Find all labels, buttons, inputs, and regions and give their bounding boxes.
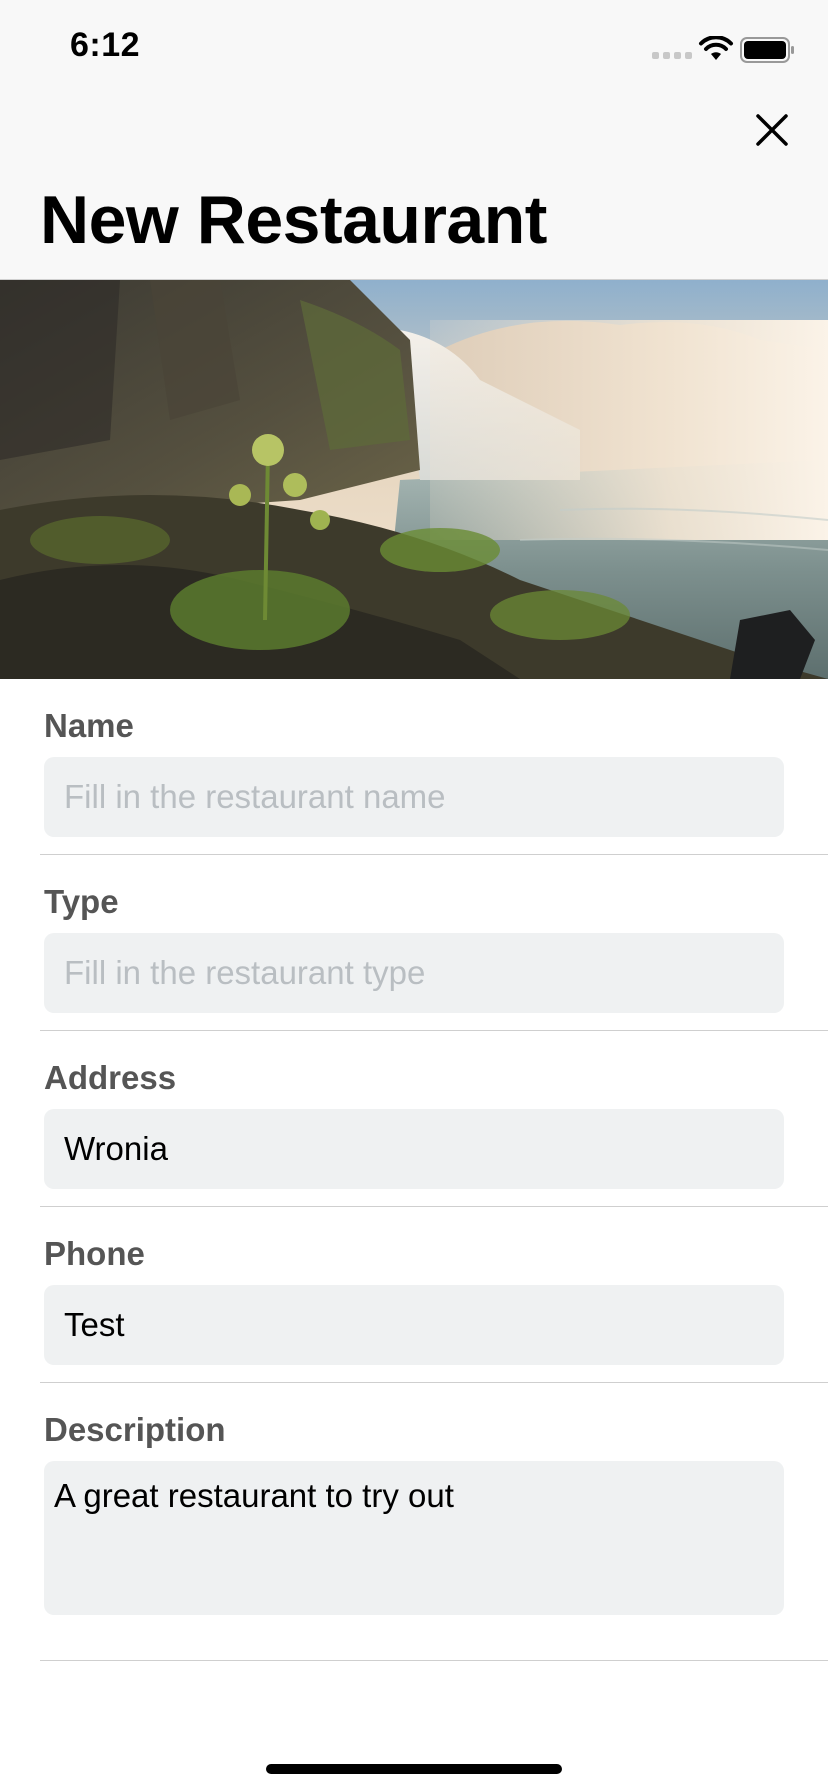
name-label: Name xyxy=(44,707,134,744)
description-field: Description A great restaurant to try ou… xyxy=(0,1383,828,1661)
name-input[interactable]: Fill in the restaurant name xyxy=(44,757,784,837)
type-field: Type Fill in the restaurant type xyxy=(0,855,828,1031)
page-title: New Restaurant xyxy=(40,182,547,258)
type-input[interactable]: Fill in the restaurant type xyxy=(44,933,784,1013)
cellular-signal-icon xyxy=(652,52,692,59)
address-label: Address xyxy=(44,1059,177,1096)
waterfall-photo xyxy=(0,280,828,679)
address-field: Address Wronia xyxy=(0,1031,828,1207)
close-icon xyxy=(756,114,788,146)
navigation-header: 6:12 New Restaurant xyxy=(0,0,828,280)
phone-field: Phone Test xyxy=(0,1207,828,1383)
restaurant-photo-picker[interactable] xyxy=(0,280,828,679)
status-bar: 6:12 xyxy=(0,0,828,100)
status-time: 6:12 xyxy=(70,26,141,64)
phone-label: Phone xyxy=(44,1235,145,1272)
type-label: Type xyxy=(44,883,119,920)
home-indicator[interactable] xyxy=(266,1764,562,1774)
wifi-icon xyxy=(699,36,733,60)
description-label: Description xyxy=(44,1411,226,1448)
phone-input[interactable]: Test xyxy=(44,1285,784,1365)
close-button[interactable] xyxy=(748,106,796,154)
name-field: Name Fill in the restaurant name xyxy=(0,679,828,855)
divider xyxy=(40,1660,828,1661)
description-textarea[interactable]: A great restaurant to try out xyxy=(44,1461,784,1615)
battery-icon xyxy=(740,37,794,63)
restaurant-form: Name Fill in the restaurant name Type Fi… xyxy=(0,679,828,1661)
address-input[interactable]: Wronia xyxy=(44,1109,784,1189)
